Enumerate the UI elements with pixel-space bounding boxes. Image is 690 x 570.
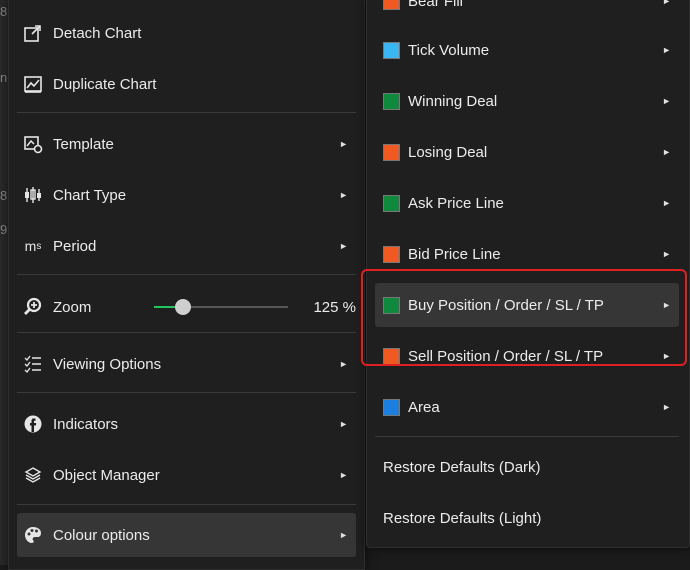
submenu-arrow-icon: ► [662, 198, 671, 208]
background-fragment: 8 [0, 188, 8, 203]
colour-item-label: Area [408, 398, 440, 416]
period-icon: ms [22, 235, 44, 257]
menu-divider [17, 504, 356, 505]
duplicate-chart-item[interactable]: Duplicate Chart [17, 62, 356, 106]
indicators-icon [22, 413, 44, 435]
zoom-value: 125 % [313, 298, 356, 316]
template-label: Template [53, 135, 114, 153]
colour-item-tick-volume[interactable]: Tick Volume ► [375, 28, 679, 72]
color-swatch [383, 0, 400, 10]
checklist-icon [22, 353, 44, 375]
restore-defaults-light-label: Restore Defaults (Light) [383, 509, 542, 527]
menu-divider [375, 436, 679, 437]
color-swatch [383, 41, 400, 59]
submenu-arrow-icon: ► [339, 139, 348, 149]
submenu-arrow-icon: ► [662, 147, 671, 157]
detach-chart-label: Detach Chart [53, 24, 142, 42]
color-swatch [383, 92, 400, 110]
colour-item-area[interactable]: Area ► [375, 385, 679, 429]
colour-options-item[interactable]: Colour options ► [17, 513, 356, 557]
menu-divider [17, 392, 356, 393]
background-fragment: n [0, 70, 8, 85]
indicators-label: Indicators [53, 415, 119, 433]
submenu-arrow-icon: ► [339, 241, 348, 251]
submenu-arrow-icon: ► [662, 96, 671, 106]
colour-item-label: Ask Price Line [408, 194, 504, 212]
menu-divider [17, 274, 356, 275]
object-manager-item[interactable]: Object Manager ► [17, 453, 356, 497]
colour-item-bear-fill[interactable]: Bear Fill ► [375, 0, 679, 23]
object-manager-label: Object Manager [53, 466, 160, 484]
detach-icon [22, 22, 44, 44]
submenu-arrow-icon: ► [662, 402, 671, 412]
submenu-arrow-icon: ► [662, 0, 671, 6]
menu-divider [17, 332, 356, 333]
duplicate-chart-icon [22, 73, 44, 95]
template-item[interactable]: Template ► [17, 122, 356, 166]
background-fragment: 8 [0, 4, 8, 19]
zoom-item: Zoom 125 % [17, 285, 356, 329]
highlight-annotation-box [361, 269, 687, 366]
period-icon-subscript: s [36, 240, 42, 252]
submenu-arrow-icon: ► [339, 470, 348, 480]
colour-item-label: Winning Deal [408, 92, 498, 110]
background-fragment: 9 [0, 222, 8, 237]
submenu-arrow-icon: ► [339, 530, 348, 540]
color-swatch [383, 194, 400, 212]
submenu-arrow-icon: ► [662, 249, 671, 259]
period-item[interactable]: ms Period ► [17, 224, 356, 268]
zoom-slider-handle[interactable] [175, 299, 192, 315]
submenu-arrow-icon: ► [662, 45, 671, 55]
detach-chart-item[interactable]: Detach Chart [17, 11, 356, 55]
template-icon [22, 133, 44, 155]
candlestick-icon [22, 184, 44, 206]
restore-defaults-dark-label: Restore Defaults (Dark) [383, 458, 541, 476]
zoom-in-icon [22, 296, 44, 318]
colour-item-label: Bid Price Line [408, 245, 501, 263]
submenu-arrow-icon: ► [339, 190, 348, 200]
chart-type-item[interactable]: Chart Type ► [17, 173, 356, 217]
colour-item-ask-price-line[interactable]: Ask Price Line ► [375, 181, 679, 225]
chart-type-label: Chart Type [53, 186, 127, 204]
color-swatch [383, 143, 400, 161]
color-swatch [383, 398, 400, 416]
viewing-options-item[interactable]: Viewing Options ► [17, 342, 356, 386]
period-label: Period [53, 237, 97, 255]
restore-defaults-dark-item[interactable]: Restore Defaults (Dark) [375, 445, 679, 489]
colour-item-label: Bear Fill [408, 0, 464, 10]
menu-divider [17, 112, 356, 113]
colour-item-losing-deal[interactable]: Losing Deal ► [375, 130, 679, 174]
period-icon-text: m [24, 238, 37, 254]
layers-icon [22, 464, 44, 486]
chart-context-menu: Detach Chart Duplicate Chart Template ► … [8, 0, 365, 570]
duplicate-chart-label: Duplicate Chart [53, 75, 157, 93]
colour-options-label: Colour options [53, 526, 150, 544]
restore-defaults-light-item[interactable]: Restore Defaults (Light) [375, 496, 679, 540]
color-swatch [383, 245, 400, 263]
viewing-options-label: Viewing Options [53, 355, 162, 373]
zoom-slider[interactable] [154, 299, 288, 315]
palette-icon [22, 524, 44, 546]
colour-item-label: Tick Volume [408, 41, 490, 59]
zoom-label: Zoom [53, 298, 92, 316]
indicators-item[interactable]: Indicators ► [17, 402, 356, 446]
submenu-arrow-icon: ► [339, 359, 348, 369]
submenu-arrow-icon: ► [339, 419, 348, 429]
colour-item-winning-deal[interactable]: Winning Deal ► [375, 79, 679, 123]
colour-item-label: Losing Deal [408, 143, 488, 161]
